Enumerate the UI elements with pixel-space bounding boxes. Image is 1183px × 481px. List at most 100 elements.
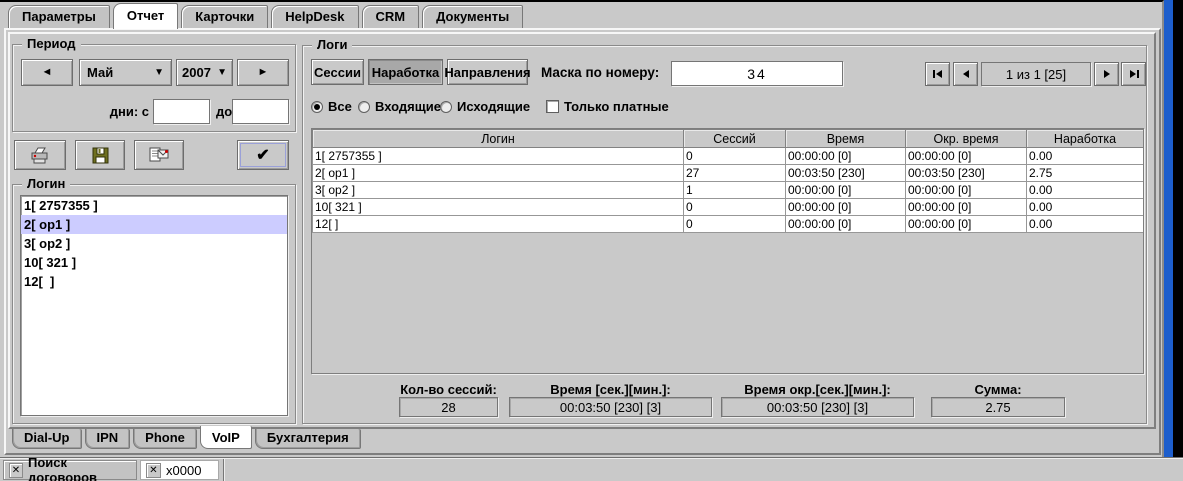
first-page-icon — [932, 69, 944, 79]
checkbox-label: Только платные — [564, 99, 669, 114]
top-tab-5[interactable]: Документы — [422, 5, 523, 28]
filter-all-radio[interactable]: Все — [311, 99, 352, 114]
taskbar-divider — [223, 459, 224, 481]
close-icon[interactable]: ✕ — [9, 463, 23, 478]
table-row[interactable]: 12[ ]000:00:00 [0]00:00:00 [0]0.00 — [313, 216, 1144, 233]
button-label: Наработка — [372, 65, 440, 80]
bottom-tab-0[interactable]: Dial-Up — [12, 429, 82, 449]
sum-value: 2.75 — [931, 397, 1065, 417]
table-cell: 00:03:50 [230] — [906, 165, 1027, 182]
print-button[interactable] — [14, 140, 66, 170]
day-to-input[interactable] — [232, 99, 289, 124]
month-value: Май — [87, 65, 113, 80]
first-page-button[interactable] — [925, 62, 950, 86]
top-tab-3[interactable]: HelpDesk — [271, 5, 358, 28]
check-icon: ✔ — [256, 145, 269, 165]
table-row[interactable]: 2[ op1 ]2700:03:50 [230]00:03:50 [230]2.… — [313, 165, 1144, 182]
table-row[interactable]: 10[ 321 ]000:00:00 [0]00:00:00 [0]0.00 — [313, 199, 1144, 216]
last-page-button[interactable] — [1121, 62, 1146, 86]
table-cell: 0.00 — [1027, 199, 1144, 216]
radio-label: Все — [328, 99, 352, 114]
close-icon[interactable]: ✕ — [146, 463, 161, 478]
top-tab-2[interactable]: Карточки — [181, 5, 268, 28]
mask-input[interactable] — [671, 61, 843, 86]
radio-label: Исходящие — [457, 99, 530, 114]
column-header[interactable]: Логин — [313, 130, 684, 148]
filter-outgoing-radio[interactable]: Исходящие — [440, 99, 530, 114]
bottom-tab-3[interactable]: VoIP — [200, 426, 252, 449]
column-header[interactable]: Сессий — [684, 130, 786, 148]
logs-group: Логи Сессии Наработка Направления Маска … — [302, 45, 1147, 424]
table-cell: 0.00 — [1027, 182, 1144, 199]
column-header[interactable]: Время — [786, 130, 906, 148]
sum-label: Сумма: — [931, 382, 1065, 397]
radio-icon — [311, 101, 323, 113]
filter-incoming-radio[interactable]: Входящие — [358, 99, 441, 114]
prev-page-button[interactable] — [953, 62, 978, 86]
save-button[interactable] — [75, 140, 125, 170]
taskbar-item-label: x0000 — [166, 463, 201, 478]
year-select[interactable]: 2007 ▼ — [176, 59, 233, 86]
login-group-title: Логин — [22, 176, 70, 192]
last-page-icon — [1128, 69, 1140, 79]
paid-only-checkbox[interactable]: Только платные — [546, 99, 669, 114]
logs-table-viewport: ЛогинСессийВремяОкр. времяНаработка1[ 27… — [311, 128, 1144, 374]
login-list[interactable]: 1[ 2757355 ]2[ op1 ]3[ op2 ]10[ 321 ]12[… — [20, 195, 288, 416]
login-list-item[interactable]: 2[ op1 ] — [21, 215, 287, 234]
column-header[interactable]: Наработка — [1027, 130, 1144, 148]
logs-group-title: Логи — [312, 37, 352, 53]
table-cell: 3[ op2 ] — [313, 182, 684, 199]
prev-page-icon — [960, 69, 972, 79]
bottom-tab-2[interactable]: Phone — [133, 429, 197, 449]
table-row[interactable]: 1[ 2757355 ]000:00:00 [0]00:00:00 [0]0.0… — [313, 148, 1144, 165]
directions-view-button[interactable]: Направления — [447, 59, 528, 85]
table-cell: 0.00 — [1027, 216, 1144, 233]
table-cell: 00:00:00 [0] — [786, 216, 906, 233]
login-list-item[interactable]: 1[ 2757355 ] — [21, 196, 287, 215]
table-cell: 00:00:00 [0] — [906, 148, 1027, 165]
top-tab-1[interactable]: Отчет — [113, 3, 178, 29]
rounded-time-label: Время окр.[сек.][мин.]: — [671, 382, 964, 397]
button-label: Направления — [444, 65, 530, 80]
login-list-item[interactable]: 3[ op2 ] — [21, 234, 287, 253]
floppy-disk-icon — [92, 147, 109, 164]
column-header[interactable]: Окр. время — [906, 130, 1027, 148]
period-group: Период ◄ Май ▼ 2007 ▼ ► дни: с до — [12, 44, 296, 132]
taskbar: ✕ Поиск договоров ✕ x0000 — [0, 457, 1183, 481]
table-row[interactable]: 3[ op2 ]100:00:00 [0]00:00:00 [0]0.00 — [313, 182, 1144, 199]
login-list-item[interactable]: 12[ ] — [21, 272, 287, 291]
top-tab-bar: ПараметрыОтчетКарточкиHelpDeskCRMДокумен… — [8, 5, 523, 29]
taskbar-item-x0000[interactable]: ✕ x0000 — [140, 460, 219, 480]
table-cell: 00:00:00 [0] — [906, 216, 1027, 233]
table-cell: 00:00:00 [0] — [906, 182, 1027, 199]
table-cell: 2.75 — [1027, 165, 1144, 182]
export-button[interactable] — [134, 140, 184, 170]
login-list-item[interactable]: 10[ 321 ] — [21, 253, 287, 272]
top-tab-4[interactable]: CRM — [362, 5, 420, 28]
table-cell: 12[ ] — [313, 216, 684, 233]
top-tab-0[interactable]: Параметры — [8, 5, 110, 28]
year-value: 2007 — [182, 65, 211, 80]
month-select[interactable]: Май ▼ — [79, 59, 172, 86]
table-cell: 00:00:00 [0] — [906, 199, 1027, 216]
days-from-label: дни: с — [71, 104, 149, 119]
left-arrow-icon: ◄ — [42, 67, 53, 78]
next-page-button[interactable] — [1094, 62, 1119, 86]
next-month-button[interactable]: ► — [237, 59, 289, 86]
table-cell: 1[ 2757355 ] — [313, 148, 684, 165]
day-from-input[interactable] — [153, 99, 210, 124]
table-cell: 00:03:50 [230] — [786, 165, 906, 182]
bottom-tab-1[interactable]: IPN — [85, 429, 131, 449]
rounded-time-value: 00:03:50 [230] [3] — [721, 397, 914, 417]
earnings-view-button[interactable]: Наработка — [368, 59, 443, 85]
table-cell: 10[ 321 ] — [313, 199, 684, 216]
prev-month-button[interactable]: ◄ — [21, 59, 73, 86]
taskbar-item-search-contracts[interactable]: ✕ Поиск договоров — [3, 460, 137, 480]
frame-accent-stripe — [1164, 0, 1173, 457]
checkbox-icon — [546, 100, 559, 113]
sessions-view-button[interactable]: Сессии — [311, 59, 364, 85]
apply-button[interactable]: ✔ — [237, 140, 289, 170]
bottom-tab-4[interactable]: Бухгалтерия — [255, 429, 361, 449]
table-cell: 1 — [684, 182, 786, 199]
button-label: Сессии — [314, 65, 361, 80]
